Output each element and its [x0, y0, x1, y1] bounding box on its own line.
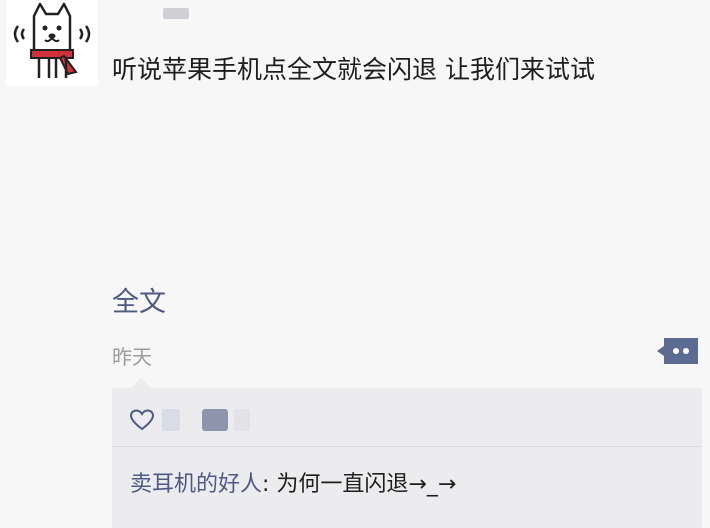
comment-item[interactable]: 卖耳机的好人: 为何一直闪退→_→: [130, 466, 456, 498]
full-text-link[interactable]: 全文: [112, 280, 166, 319]
liker-avatar-blurred[interactable]: [202, 409, 228, 431]
liker-avatar-blurred[interactable]: [162, 409, 180, 431]
heart-icon: [130, 409, 154, 431]
comment-box-caret: [131, 378, 151, 388]
dog-avatar-icon: [13, 2, 91, 78]
username-blurred[interactable]: [163, 8, 189, 19]
comment-author[interactable]: 卖耳机的好人: [130, 472, 262, 497]
post-timestamp: 昨天: [112, 345, 152, 369]
likes-row: [130, 400, 250, 440]
comment-dots-icon: [657, 338, 698, 364]
post-text: 听说苹果手机点全文就会闪退 让我们来试试: [112, 55, 595, 84]
liker-avatar-blurred[interactable]: [234, 409, 250, 431]
comment-button[interactable]: [656, 336, 700, 366]
avatar[interactable]: [6, 0, 98, 86]
comment-separator: :: [262, 472, 277, 497]
divider: [112, 446, 702, 447]
comment-text: 为何一直闪退→_→: [276, 472, 457, 497]
